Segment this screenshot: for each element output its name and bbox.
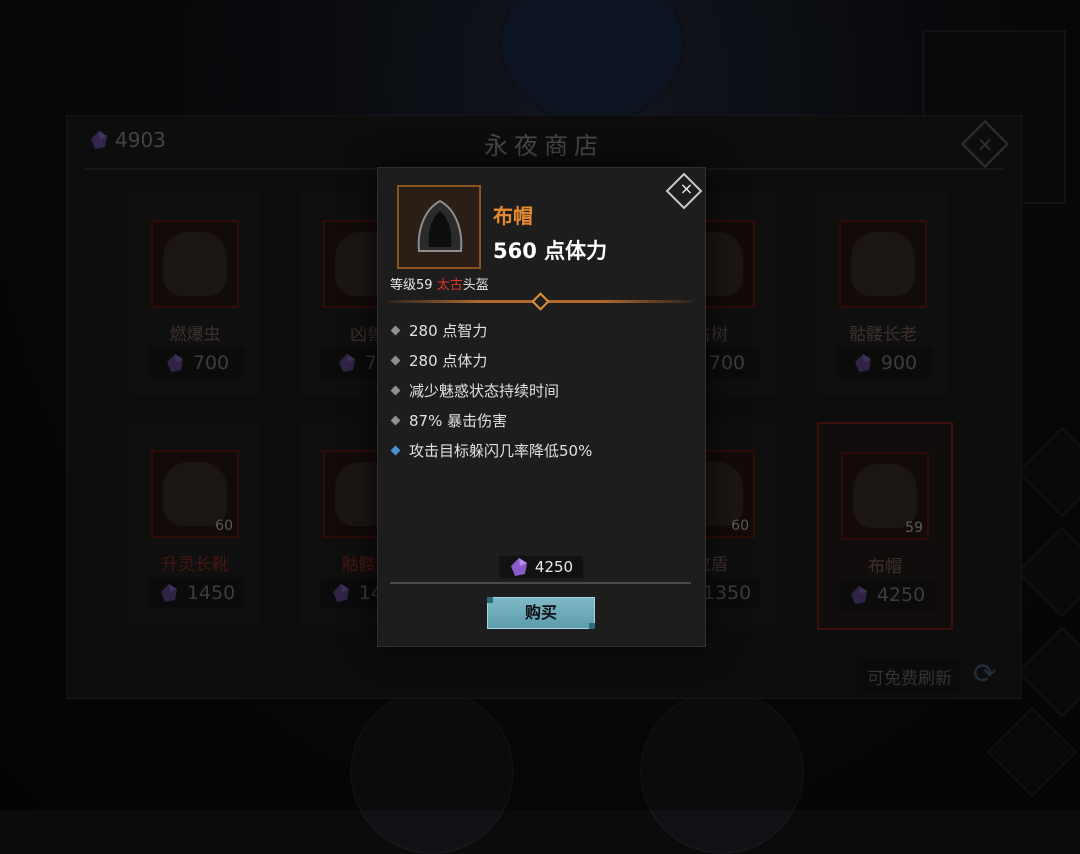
buy-button-label: 购买 <box>524 603 557 622</box>
item-detail-modal: × 布帽 560 点体力 等级59 太古头盔 280 点智力 280 点体力减少魅… <box>377 167 706 647</box>
hood-icon <box>417 199 463 252</box>
attribute-text: 攻击目标躲闪几率降低50% <box>409 441 593 460</box>
item-name: 布帽 <box>493 204 533 228</box>
attribute-item: 减少魅惑状态持续时间 <box>390 375 592 405</box>
attribute-item: 280 点体力 <box>390 345 592 375</box>
attribute-item: 280 点智力 <box>390 315 592 345</box>
item-icon-frame <box>397 185 481 269</box>
divider-diamond-icon <box>531 292 550 311</box>
button-corner <box>589 623 595 629</box>
buy-button[interactable]: 购买 <box>487 597 595 629</box>
item-level: 等级59 <box>390 278 433 293</box>
attribute-text: 280 点体力 <box>409 351 488 370</box>
item-level-row: 等级59 太古头盔 <box>390 274 489 293</box>
bullet-icon <box>390 415 401 425</box>
attribute-item: 87% 暴击伤害 <box>390 405 592 435</box>
button-corner <box>487 597 493 603</box>
attribute-text: 87% 暴击伤害 <box>409 411 508 430</box>
legendary-bullet-icon <box>390 445 401 455</box>
close-icon: × <box>679 179 694 199</box>
price-value: 4250 <box>534 558 574 576</box>
bullet-icon <box>390 355 401 365</box>
attribute-item: 攻击目标躲闪几率降低50% <box>390 435 592 465</box>
attribute-text: 280 点智力 <box>409 321 488 340</box>
bullet-icon <box>390 325 401 335</box>
item-price: 4250 <box>499 556 583 578</box>
attribute-list: 280 点智力 280 点体力减少魅惑状态持续时间 87% 暴击伤害攻击目标躲闪几率… <box>390 315 592 465</box>
modal-divider <box>390 582 691 584</box>
attribute-text: 减少魅惑状态持续时间 <box>409 381 560 400</box>
item-main-stat: 560 点体力 <box>493 239 608 263</box>
modal-close-button[interactable]: × <box>665 172 703 210</box>
item-rarity: 太古 <box>436 278 463 293</box>
item-slot: 头盔 <box>462 278 489 293</box>
gem-icon <box>509 557 529 577</box>
bullet-icon <box>390 385 401 395</box>
